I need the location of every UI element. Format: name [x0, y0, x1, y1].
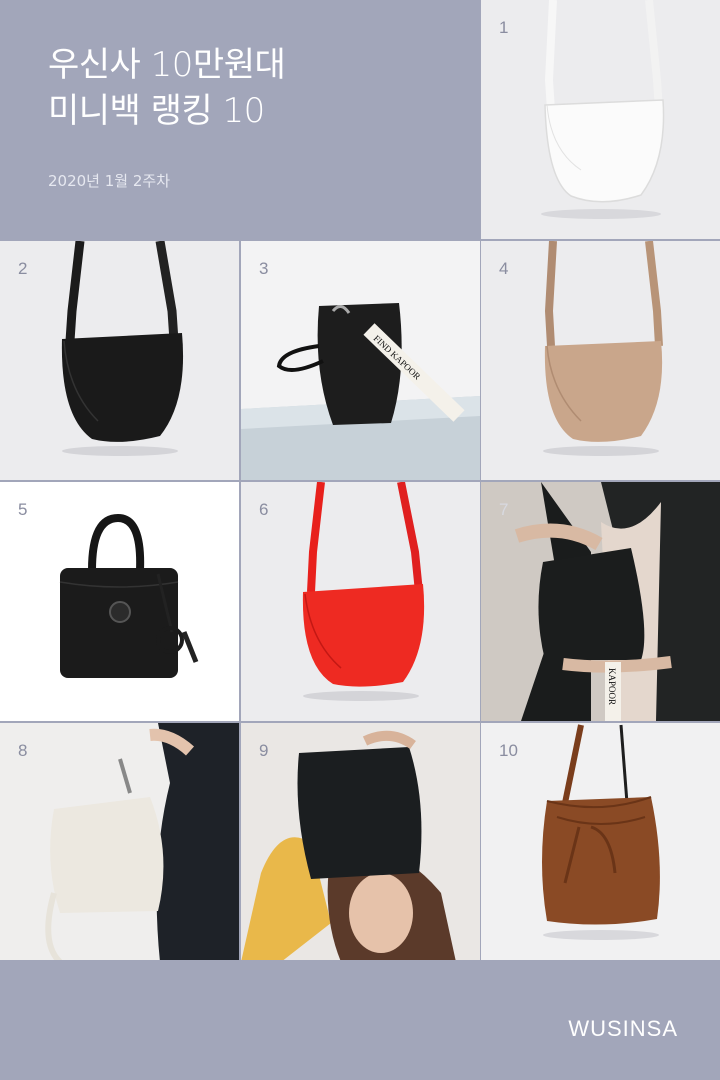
brand-logo[interactable]: WUSINSA — [568, 1016, 678, 1042]
rank-number: 10 — [499, 741, 518, 760]
week-subtitle: 2020년 1월 2주차 — [48, 172, 170, 190]
rank-number: 9 — [259, 741, 269, 760]
black-top-handle-bag-image — [59, 513, 199, 678]
title-line-1: 우신사 10만원대 — [48, 45, 286, 85]
white-saddle-bag-image — [541, 0, 665, 219]
rank-7-tile[interactable]: 7 KAPOOR — [481, 482, 720, 721]
beige-saddle-bag-image — [543, 241, 663, 456]
ranking-poster: 우신사 10만원대 미니백 랭킹 10 2020년 1월 2주차 1 2 3 F… — [0, 0, 720, 1080]
rank-5-tile[interactable]: 5 — [0, 482, 239, 721]
rank-1-tile[interactable]: 1 — [481, 0, 720, 239]
rank-number: 2 — [18, 259, 28, 278]
rank-3-tile[interactable]: 3 FIND KAPOOR — [241, 241, 480, 480]
black-saddle-bag-image — [61, 241, 184, 456]
red-saddle-bag-image — [302, 482, 425, 701]
title-line-2: 미니백 랭킹 10 — [48, 91, 265, 131]
black-bucket-bag-model-image: KAPOOR — [514, 482, 720, 721]
rank-number: 3 — [259, 259, 269, 278]
rank-10-tile[interactable]: 10 — [481, 723, 720, 962]
rank-number: 8 — [18, 741, 28, 760]
rank-number: 7 — [499, 500, 509, 519]
rank-6-tile[interactable]: 6 — [241, 482, 480, 721]
white-bucket-bag-model-image — [45, 723, 239, 962]
footer: WUSINSA — [0, 960, 720, 1080]
rank-number: 4 — [499, 259, 509, 278]
rank-8-tile[interactable]: 8 — [0, 723, 239, 962]
rank-9-tile[interactable]: 9 — [241, 723, 480, 962]
rank-2-tile[interactable]: 2 — [0, 241, 239, 480]
rank-number: 5 — [18, 500, 28, 519]
rank-4-tile[interactable]: 4 — [481, 241, 720, 480]
rank-number: 6 — [259, 500, 269, 519]
black-bucket-bag-image: FIND KAPOOR — [241, 303, 480, 480]
black-bucket-bag-on-head-image — [241, 730, 456, 962]
strap-text: KAPOOR — [607, 668, 617, 705]
rank-number: 1 — [499, 18, 509, 37]
page-title: 우신사 10만원대 미니백 랭킹 10 — [48, 42, 286, 134]
title-block: 우신사 10만원대 미니백 랭킹 10 2020년 1월 2주차 — [0, 0, 480, 240]
